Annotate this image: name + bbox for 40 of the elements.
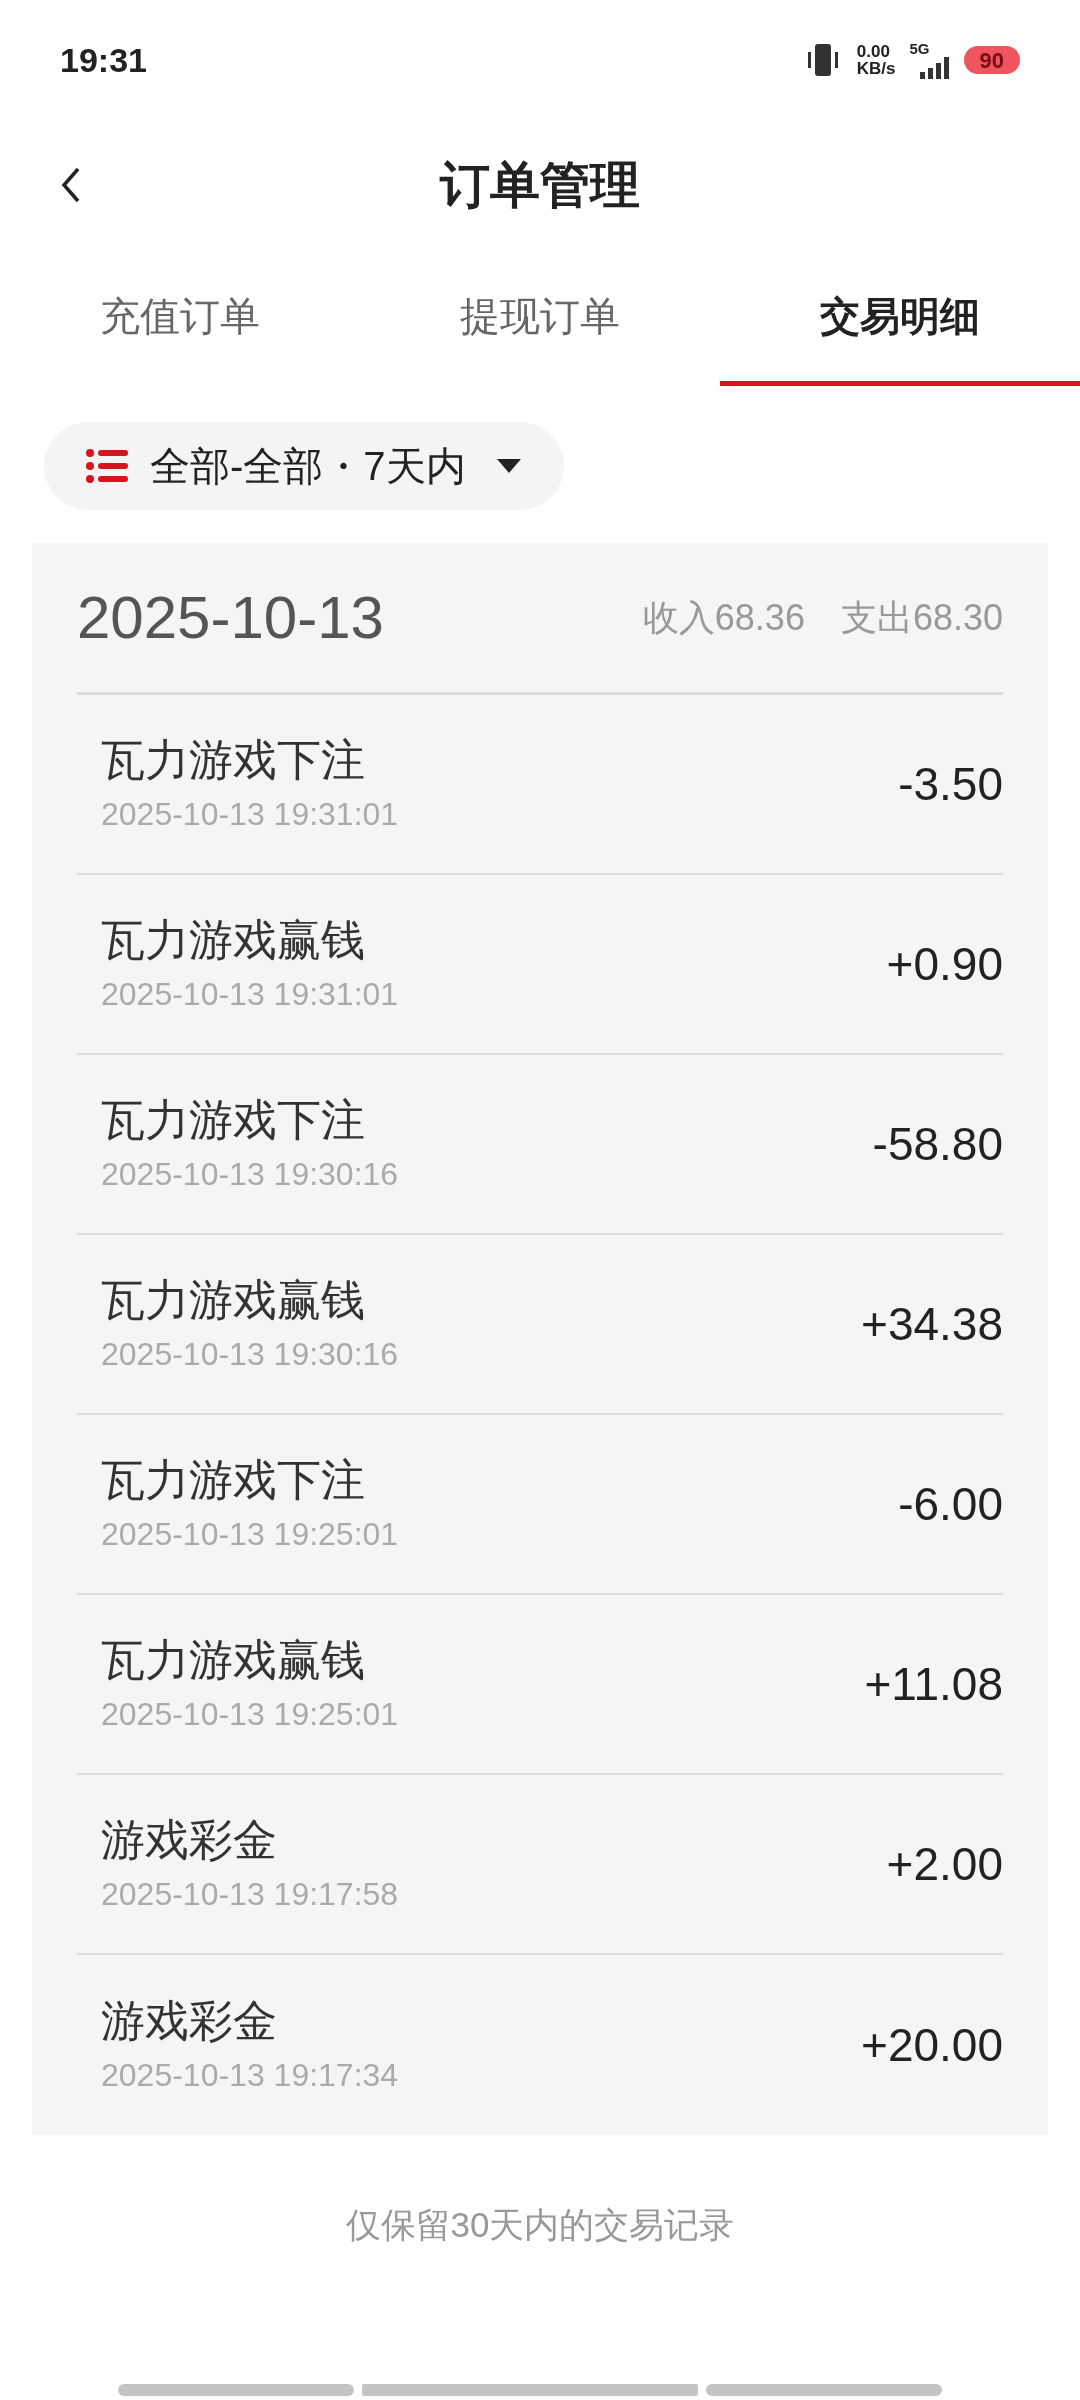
transaction-amount: -58.80 (872, 1116, 1003, 1172)
tab[interactable]: 充值订单 (0, 250, 360, 386)
transaction-time: 2025-10-13 19:31:01 (101, 975, 399, 1014)
transaction-amount: -3.50 (898, 756, 1003, 812)
transaction-title: 瓦力游戏下注 (101, 1094, 366, 1147)
transaction-title: 瓦力游戏下注 (101, 1454, 366, 1507)
transaction-title: 游戏彩金 (101, 1995, 278, 2048)
tab[interactable]: 交易明细 (720, 250, 1080, 386)
status-time: 19:31 (60, 39, 147, 81)
transaction-title: 游戏彩金 (101, 1814, 278, 1867)
filter-dropdown[interactable]: 全部-全部・7天内 (44, 422, 564, 510)
battery-indicator: 90 (963, 46, 1020, 74)
transaction-amount: +0.90 (886, 936, 1003, 992)
speed-unit: KB/s (856, 60, 896, 77)
caret-icon (495, 458, 522, 474)
footer-note: 仅保留30天内的交易记录 (345, 2204, 735, 2246)
transaction-amount: +34.38 (861, 1296, 1003, 1352)
transaction-time: 2025-10-13 19:30:16 (101, 1155, 399, 1194)
transaction-time: 2025-10-13 19:31:01 (101, 795, 399, 834)
transaction-time: 2025-10-13 19:25:01 (101, 1695, 399, 1734)
transaction-title: 瓦力游戏赢钱 (101, 1274, 366, 1327)
day-income: 收入68.36 (642, 595, 805, 640)
transaction-time: 2025-10-13 19:30:16 (101, 1335, 399, 1374)
transaction-title: 瓦力游戏赢钱 (101, 914, 366, 967)
list-icon (86, 448, 130, 484)
tab[interactable]: 提现订单 (360, 250, 720, 386)
day-expense: 支出68.30 (840, 595, 1003, 640)
transaction-amount: -6.00 (898, 1476, 1003, 1532)
network-type: 5G (909, 40, 931, 56)
transaction-amount: +2.00 (886, 1836, 1003, 1892)
day-date: 2025-10-13 (77, 582, 384, 653)
transaction-time: 2025-10-13 19:17:58 (101, 1875, 399, 1914)
page-title: 订单管理 (440, 155, 640, 215)
transaction-time: 2025-10-13 19:17:34 (101, 2056, 399, 2095)
transaction-time: 2025-10-13 19:25:01 (101, 1515, 399, 1554)
network-speed: 0.00 (856, 43, 891, 60)
transaction-title: 瓦力游戏赢钱 (101, 1634, 366, 1687)
transaction-amount: +11.08 (864, 1656, 1003, 1712)
transaction-amount: +20.00 (861, 2017, 1003, 2073)
transaction-title: 瓦力游戏下注 (101, 734, 366, 787)
